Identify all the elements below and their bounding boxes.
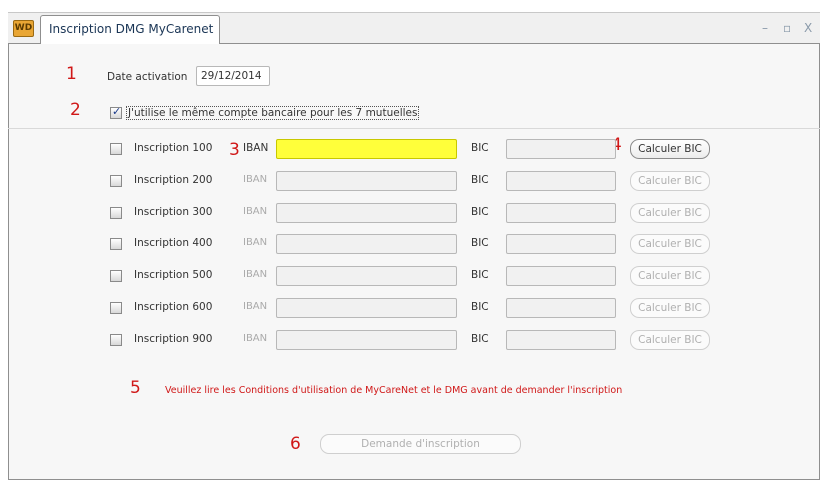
inscription-label: Inscription 200 bbox=[134, 174, 213, 186]
inscription-checkbox[interactable] bbox=[110, 238, 122, 250]
iban-label: IBAN bbox=[243, 174, 268, 185]
iban-field[interactable] bbox=[276, 330, 457, 350]
bic-label: BIC bbox=[471, 206, 489, 218]
inscription-label: Inscription 500 bbox=[134, 269, 213, 281]
iban-field[interactable] bbox=[276, 234, 457, 254]
calculer-bic-button[interactable]: Calculer BIC bbox=[630, 234, 710, 254]
step-number-3: 3 bbox=[229, 140, 240, 160]
step-number-1: 1 bbox=[66, 64, 77, 84]
bic-field[interactable] bbox=[506, 234, 616, 254]
inscription-checkbox[interactable] bbox=[110, 334, 122, 346]
section-divider bbox=[8, 128, 820, 129]
iban-field[interactable] bbox=[276, 171, 457, 191]
iban-label: IBAN bbox=[243, 333, 268, 344]
demande-inscription-button[interactable]: Demande d'inscription bbox=[320, 434, 521, 454]
inscription-label: Inscription 100 bbox=[134, 142, 213, 154]
calculer-bic-button[interactable]: Calculer BIC bbox=[630, 266, 710, 286]
iban-label: IBAN bbox=[243, 301, 268, 312]
bic-field[interactable] bbox=[506, 203, 616, 223]
calculer-bic-button[interactable]: Calculer BIC bbox=[630, 139, 710, 159]
calculer-bic-button[interactable]: Calculer BIC bbox=[630, 298, 710, 318]
iban-field[interactable] bbox=[276, 139, 457, 159]
bic-label: BIC bbox=[471, 301, 489, 313]
calculer-bic-button[interactable]: Calculer BIC bbox=[630, 203, 710, 223]
iban-label: IBAN bbox=[243, 206, 268, 217]
inscription-label: Inscription 300 bbox=[134, 206, 213, 218]
bic-field[interactable] bbox=[506, 298, 616, 318]
inscription-checkbox[interactable] bbox=[110, 175, 122, 187]
iban-label: IBAN bbox=[243, 237, 268, 248]
iban-field[interactable] bbox=[276, 203, 457, 223]
iban-field[interactable] bbox=[276, 298, 457, 318]
inscription-label: Inscription 600 bbox=[134, 301, 213, 313]
calculer-bic-button[interactable]: Calculer BIC bbox=[630, 330, 710, 350]
date-activation-label: Date activation bbox=[107, 71, 188, 83]
same-account-label: J'utilise le même compte bancaire pour l… bbox=[126, 106, 420, 120]
bic-label: BIC bbox=[471, 142, 489, 154]
inscription-checkbox[interactable] bbox=[110, 143, 122, 155]
app-logo-icon: WD bbox=[13, 20, 34, 37]
bic-field[interactable] bbox=[506, 266, 616, 286]
inscription-checkbox[interactable] bbox=[110, 302, 122, 314]
minimize-icon[interactable]: – bbox=[762, 21, 768, 35]
maximize-icon[interactable]: ▫ bbox=[783, 21, 791, 35]
date-activation-field[interactable]: 29/12/2014 bbox=[196, 66, 270, 86]
conditions-warning: Veuillez lire les Conditions d'utilisati… bbox=[165, 385, 623, 396]
bic-field[interactable] bbox=[506, 139, 616, 159]
iban-label: IBAN bbox=[243, 269, 268, 280]
iban-field[interactable] bbox=[276, 266, 457, 286]
bic-field[interactable] bbox=[506, 171, 616, 191]
step-number-5: 5 bbox=[130, 378, 141, 398]
same-account-checkbox[interactable] bbox=[110, 105, 122, 119]
bic-field[interactable] bbox=[506, 330, 616, 350]
bic-label: BIC bbox=[471, 269, 489, 281]
inscription-checkbox[interactable] bbox=[110, 270, 122, 282]
bic-label: BIC bbox=[471, 237, 489, 249]
calculer-bic-button[interactable]: Calculer BIC bbox=[630, 171, 710, 191]
inscription-label: Inscription 900 bbox=[134, 333, 213, 345]
step-number-2: 2 bbox=[70, 100, 81, 120]
inscription-label: Inscription 400 bbox=[134, 237, 213, 249]
iban-label: IBAN bbox=[243, 142, 269, 154]
bic-label: BIC bbox=[471, 174, 489, 186]
bic-label: BIC bbox=[471, 333, 489, 345]
close-icon[interactable]: X bbox=[804, 21, 812, 35]
tab-inscription-dmg[interactable]: Inscription DMG MyCarenet bbox=[40, 15, 220, 44]
inscription-checkbox[interactable] bbox=[110, 207, 122, 219]
step-number-6: 6 bbox=[290, 434, 301, 454]
